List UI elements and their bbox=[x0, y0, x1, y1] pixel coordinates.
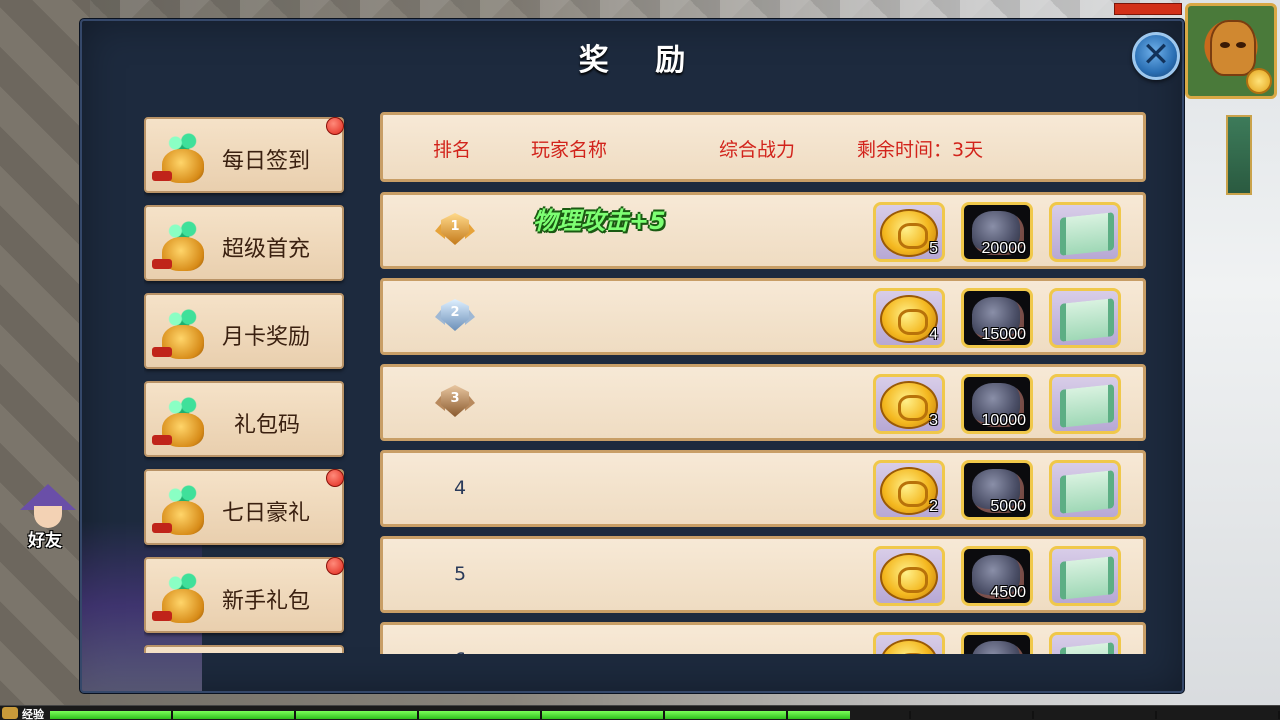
money-bag-icon bbox=[152, 481, 214, 539]
target-hp-bar bbox=[1114, 3, 1182, 15]
rank-medal-icon: 3 bbox=[435, 383, 475, 423]
reward-ore-item[interactable]: 15000 bbox=[961, 288, 1033, 348]
reward-ore-item[interactable] bbox=[961, 632, 1033, 654]
reward-coin-item[interactable]: 3 bbox=[873, 374, 945, 434]
jade-pillar bbox=[1226, 115, 1252, 195]
money-bag-icon bbox=[152, 129, 214, 187]
table-row: 1 物理攻击+5 5 20000 bbox=[380, 192, 1146, 269]
sidebar-item[interactable]: 七日豪礼 bbox=[144, 469, 344, 545]
table-row: 5 4500 bbox=[380, 536, 1146, 613]
sidebar-item-label: 超级首充 bbox=[222, 237, 311, 262]
reward-coin-item[interactable]: 4 bbox=[873, 288, 945, 348]
sidebar-item-label: 新手礼包 bbox=[222, 589, 311, 614]
scroll-icon bbox=[1060, 212, 1114, 256]
reward-ore-item[interactable]: 10000 bbox=[961, 374, 1033, 434]
reward-ore-item[interactable]: 5000 bbox=[961, 460, 1033, 520]
sidebar-item[interactable]: 月卡奖励 bbox=[144, 293, 344, 369]
reward-quantity: 15000 bbox=[981, 326, 1027, 343]
exp-label: 经验 bbox=[22, 708, 44, 720]
sidebar-item[interactable]: 新手礼包 bbox=[144, 557, 344, 633]
table-row: 6 bbox=[380, 622, 1146, 654]
reward-ore-item[interactable]: 4500 bbox=[961, 546, 1033, 606]
table-row: 4 2 5000 bbox=[380, 450, 1146, 527]
gold-coin-icon bbox=[880, 639, 938, 654]
medal-rank-number: 1 bbox=[450, 219, 460, 234]
snow-area bbox=[1180, 0, 1280, 720]
reward-coin-item[interactable] bbox=[873, 546, 945, 606]
gold-coin-icon bbox=[880, 553, 938, 601]
scroll-icon bbox=[1060, 384, 1114, 428]
sidebar-item-label: 七日豪礼 bbox=[222, 501, 311, 526]
scroll-icon bbox=[1060, 556, 1114, 600]
scroll-icon bbox=[1060, 642, 1114, 654]
header-combat-power: 综合战力 bbox=[719, 139, 796, 161]
reward-scroll-item[interactable] bbox=[1049, 546, 1121, 606]
sidebar-item-label: 每日签到 bbox=[222, 149, 311, 174]
sidebar-item[interactable] bbox=[144, 645, 344, 653]
rank-medal-icon: 1 bbox=[435, 211, 475, 251]
money-bag-icon bbox=[152, 305, 214, 363]
header-time-remaining: 剩余时间：3天 bbox=[857, 139, 984, 161]
table-row: 3 3 10000 bbox=[380, 364, 1146, 441]
dialog-title: 奖 励 bbox=[578, 43, 704, 78]
floor-tiles bbox=[0, 0, 90, 720]
notification-dot-icon bbox=[326, 117, 344, 135]
rank-number: 4 bbox=[453, 477, 467, 499]
sidebar-item[interactable]: 超级首充 bbox=[144, 205, 344, 281]
sidebar-item-label: 礼包码 bbox=[234, 413, 301, 438]
buff-text: 物理攻击+5 bbox=[533, 207, 666, 235]
experience-bar: 经验 bbox=[0, 705, 1280, 720]
header-player-name: 玩家名称 bbox=[531, 139, 608, 161]
sidebar-item[interactable]: 礼包码 bbox=[144, 381, 344, 457]
close-icon: ✕ bbox=[1141, 35, 1171, 75]
coin-icon bbox=[1246, 68, 1272, 94]
reward-coin-item[interactable]: 5 bbox=[873, 202, 945, 262]
reward-quantity: 10000 bbox=[981, 412, 1027, 429]
reward-scroll-item[interactable] bbox=[1049, 460, 1121, 520]
reward-quantity: 2 bbox=[929, 498, 938, 515]
reward-quantity: 20000 bbox=[981, 240, 1027, 257]
header-rank: 排名 bbox=[433, 139, 472, 161]
reward-scroll-item[interactable] bbox=[1049, 202, 1121, 262]
friends-button[interactable]: 好友 bbox=[14, 484, 84, 551]
reward-coin-item[interactable] bbox=[873, 632, 945, 654]
reward-dialog: 奖 励 每日签到超级首充月卡奖励礼包码七日豪礼新手礼包 排名 玩家名称 综合战力… bbox=[80, 19, 1184, 693]
rank-number: 6 bbox=[443, 649, 477, 654]
close-button[interactable]: ✕ bbox=[1132, 32, 1180, 80]
rank-table-header: 排名 玩家名称 综合战力 剩余时间：3天 bbox=[380, 112, 1146, 182]
scroll-icon bbox=[1060, 470, 1114, 514]
rank-rewards-list[interactable]: 1 物理攻击+5 5 20000 2 4 15000 3 3 10000 4 2 5000 5 4500 6 bbox=[380, 192, 1148, 654]
sidebar-item-label: 月卡奖励 bbox=[222, 325, 311, 350]
reward-coin-item[interactable]: 2 bbox=[873, 460, 945, 520]
friends-label: 好友 bbox=[28, 531, 62, 551]
sidebar-item[interactable]: 每日签到 bbox=[144, 117, 344, 193]
money-bag-icon bbox=[152, 217, 214, 275]
medal-rank-number: 2 bbox=[450, 305, 460, 320]
reward-quantity: 3 bbox=[929, 412, 938, 429]
table-row: 2 4 15000 bbox=[380, 278, 1146, 355]
reward-scroll-item[interactable] bbox=[1049, 632, 1121, 654]
money-bag-icon bbox=[152, 569, 214, 627]
scroll-icon bbox=[1060, 298, 1114, 342]
reward-quantity: 5 bbox=[929, 240, 938, 257]
boss-portrait[interactable] bbox=[1185, 3, 1277, 99]
lion-face-icon bbox=[1210, 20, 1256, 76]
reward-ore-item[interactable]: 20000 bbox=[961, 202, 1033, 262]
reward-quantity: 5000 bbox=[990, 498, 1026, 515]
reward-scroll-item[interactable] bbox=[1049, 288, 1121, 348]
exp-icon bbox=[2, 707, 18, 719]
money-bag-icon bbox=[152, 393, 214, 451]
ore-icon bbox=[972, 641, 1024, 654]
notification-dot-icon bbox=[326, 557, 344, 575]
reward-quantity: 4 bbox=[929, 326, 938, 343]
exp-bar-segments bbox=[50, 711, 1280, 719]
avatar bbox=[34, 506, 62, 528]
rank-number: 5 bbox=[453, 563, 467, 585]
notification-dot-icon bbox=[326, 469, 344, 487]
reward-quantity: 4500 bbox=[990, 584, 1026, 601]
medal-rank-number: 3 bbox=[450, 391, 460, 406]
rank-medal-icon: 2 bbox=[435, 297, 475, 337]
reward-category-sidebar[interactable]: 每日签到超级首充月卡奖励礼包码七日豪礼新手礼包 bbox=[144, 117, 348, 653]
reward-scroll-item[interactable] bbox=[1049, 374, 1121, 434]
